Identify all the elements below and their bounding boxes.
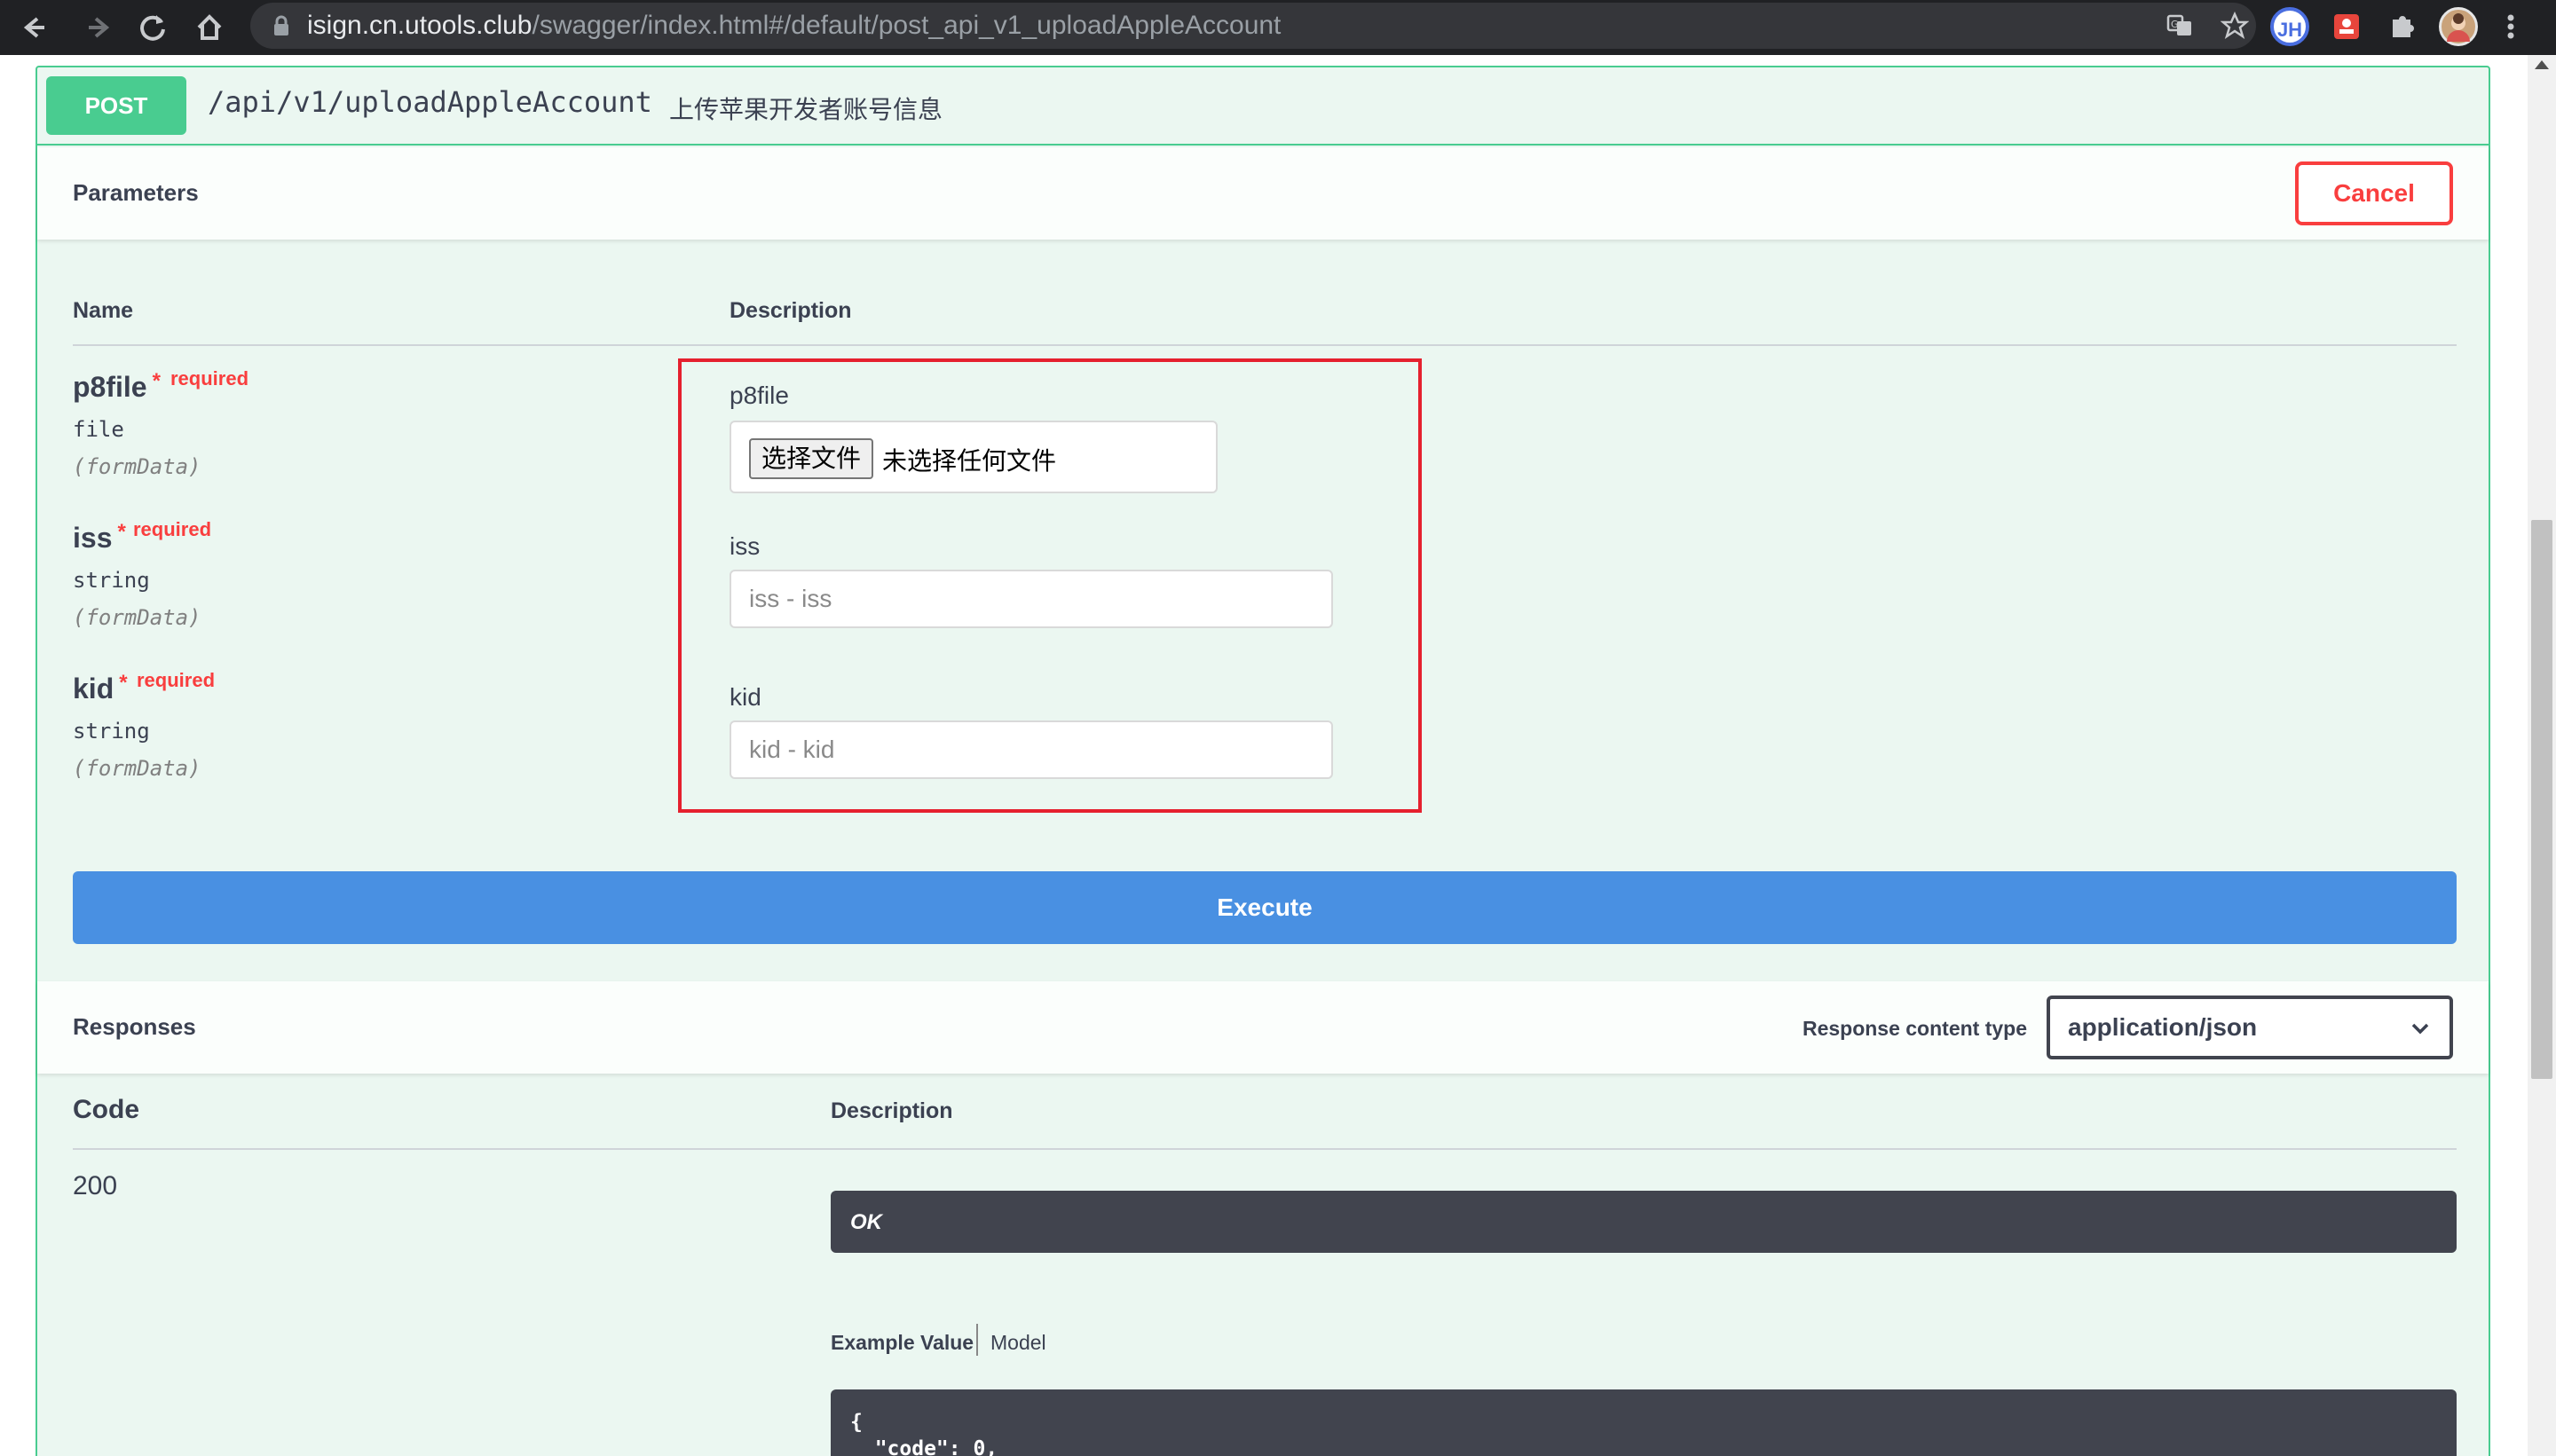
chevron-down-icon: [2411, 1023, 2429, 1035]
param-name-text: p8file: [73, 371, 147, 403]
red-extension-icon[interactable]: [2327, 7, 2366, 46]
file-status-text: 未选择任何文件: [882, 447, 1057, 475]
required-label: required: [137, 669, 216, 691]
lock-icon: [274, 15, 288, 35]
tab-example-value[interactable]: Example Value: [831, 1331, 974, 1355]
reload-icon[interactable]: [131, 6, 174, 49]
url-path: /swagger/index.html#/default/post_api_v1…: [532, 11, 1282, 40]
example-json: { "code": 0,: [850, 1411, 998, 1456]
parameters-title: Parameters: [73, 179, 199, 206]
puzzle-extensions-icon[interactable]: [2382, 7, 2421, 46]
iss-field-label: iss: [730, 532, 761, 560]
iss-input[interactable]: iss - iss: [730, 570, 1333, 628]
browser-toolbar: isign.cn.utools.club/swagger/index.html#…: [0, 0, 2556, 55]
opblock-summary[interactable]: POST /api/v1/uploadAppleAccount 上传苹果开发者账…: [37, 67, 2489, 146]
response-content-type-select[interactable]: application/json: [2047, 996, 2453, 1059]
page-scrollbar[interactable]: [2528, 55, 2556, 1456]
back-arrow-icon[interactable]: [16, 6, 59, 49]
param-name-text: kid: [73, 673, 114, 704]
tab-model[interactable]: Model: [990, 1331, 1046, 1355]
execute-button[interactable]: Execute: [73, 871, 2457, 944]
operation-path: /api/v1/uploadAppleAccount: [208, 85, 652, 119]
col-description-header: Description: [730, 298, 852, 323]
response-code: 200: [73, 1171, 118, 1200]
col-name-header: Name: [73, 298, 134, 323]
browser-menu-icon[interactable]: [2497, 7, 2524, 46]
url-host: isign.cn.utools.club: [307, 11, 532, 40]
required-star: *: [119, 671, 128, 695]
scroll-up-arrow-icon[interactable]: [2535, 60, 2549, 69]
param-name-text: iss: [73, 522, 113, 554]
param-in: (formData): [73, 756, 201, 781]
required-label: required: [133, 518, 212, 540]
required-label: required: [170, 367, 249, 390]
parameters-header: Parameters Cancel: [37, 147, 2489, 240]
responses-header: Responses Response content type applicat…: [37, 981, 2489, 1074]
param-in: (formData): [73, 605, 201, 630]
kid-field-label: kid: [730, 683, 761, 711]
profile-jh-extension-icon[interactable]: JH: [2270, 7, 2309, 46]
bookmark-star-icon[interactable]: [2220, 11, 2250, 40]
response-content-type-label: Response content type: [1802, 1017, 2027, 1040]
param-type: string: [73, 719, 150, 744]
param-in: (formData): [73, 454, 201, 479]
param-name-kid: kid *: [73, 671, 128, 705]
profile-badge-text: JH: [2276, 19, 2303, 41]
forward-arrow-icon[interactable]: [75, 6, 117, 49]
choose-file-button[interactable]: 选择文件: [749, 438, 873, 479]
opblock-post: POST /api/v1/uploadAppleAccount 上传苹果开发者账…: [36, 66, 2490, 1456]
translate-icon[interactable]: G: [2166, 12, 2194, 40]
param-type: string: [73, 568, 150, 593]
col-code-header: Code: [73, 1095, 139, 1124]
responses-divider: [73, 1148, 2457, 1150]
select-value: application/json: [2068, 1013, 2258, 1041]
cancel-button[interactable]: Cancel: [2295, 161, 2453, 225]
response-description-text: OK: [850, 1210, 882, 1234]
tab-separator: [976, 1324, 978, 1356]
col-response-description-header: Description: [831, 1098, 953, 1123]
example-value-box: { "code": 0,: [831, 1389, 2457, 1456]
kid-input[interactable]: kid - kid: [730, 720, 1333, 779]
responses-title: Responses: [73, 1013, 196, 1040]
param-name-p8file: p8file *: [73, 369, 161, 404]
p8file-field-label: p8file: [730, 382, 789, 409]
param-type: file: [73, 417, 124, 442]
response-description-box: OK: [831, 1191, 2457, 1253]
p8file-file-input[interactable]: 选择文件 未选择任何文件: [730, 421, 1218, 493]
method-badge: POST: [46, 76, 186, 135]
swagger-page: POST /api/v1/uploadAppleAccount 上传苹果开发者账…: [0, 55, 2528, 1456]
home-icon[interactable]: [188, 6, 231, 49]
scrollbar-thumb[interactable]: [2531, 520, 2552, 1079]
address-bar[interactable]: isign.cn.utools.club/swagger/index.html#…: [250, 3, 2256, 49]
required-star: *: [152, 369, 161, 393]
required-star: *: [117, 520, 126, 544]
param-name-iss: iss *: [73, 520, 126, 555]
operation-description: 上传苹果开发者账号信息: [669, 96, 943, 123]
table-divider: [73, 344, 2457, 346]
url-text: isign.cn.utools.club/swagger/index.html#…: [307, 11, 1281, 41]
avatar[interactable]: [2439, 7, 2478, 46]
svg-text:G: G: [2171, 19, 2179, 30]
